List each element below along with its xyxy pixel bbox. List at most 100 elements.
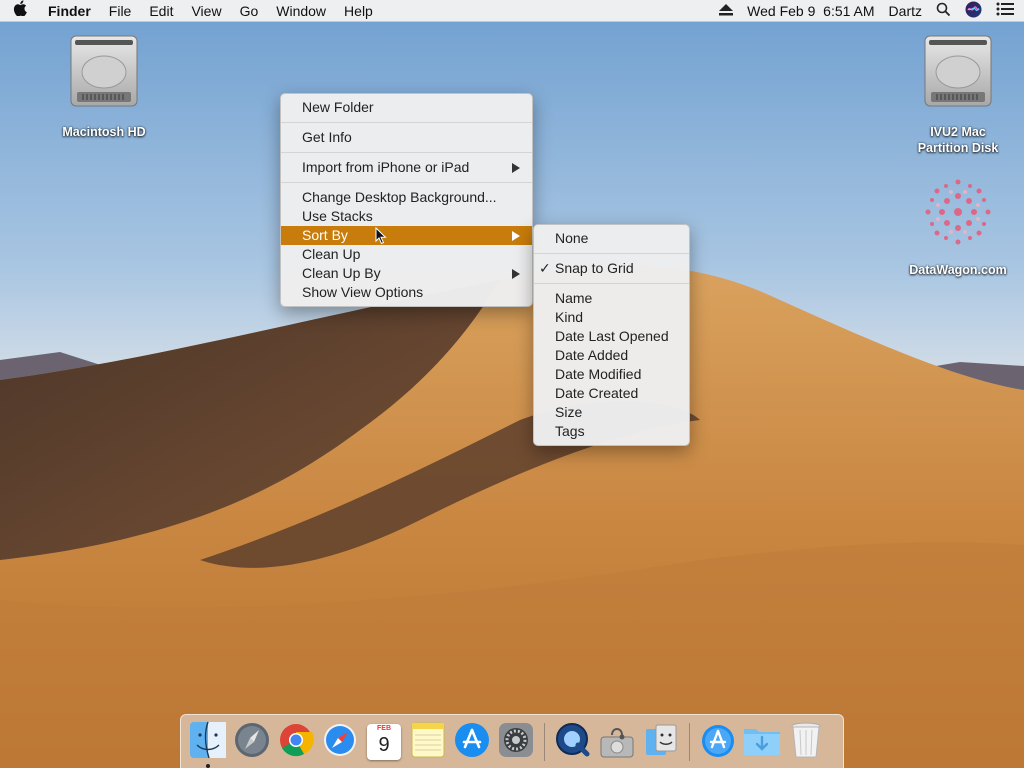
app-store-icon [454, 722, 490, 761]
menu-item-label: Date Last Opened [555, 328, 669, 344]
launchpad-icon [233, 721, 271, 762]
menu-item-clean-up[interactable]: Clean Up [281, 245, 532, 264]
dock-app-quicktime[interactable] [551, 720, 595, 764]
datawagon-logo-icon [920, 174, 996, 250]
dock-app-disk-utility[interactable] [595, 720, 639, 764]
siri-icon[interactable] [965, 1, 982, 21]
desktop-icon-label: Partition Disk [917, 141, 999, 155]
desktop-icon-ivu2-partition[interactable]: IVU2 Mac Partition Disk [903, 34, 1013, 156]
running-indicator [206, 763, 210, 768]
calendar-day: 9 [378, 733, 390, 756]
menu-separator [281, 152, 532, 153]
dock-app-migration-assistant[interactable] [639, 720, 683, 764]
menu-item-label: New Folder [302, 99, 374, 115]
menu-item-label: Date Modified [555, 366, 642, 382]
desktop-icon-label: DataWagon.com [909, 263, 1007, 277]
menu-separator [534, 253, 689, 254]
menu-separator [281, 122, 532, 123]
downloads-folder-icon [742, 723, 782, 760]
apple-menu[interactable] [0, 0, 40, 22]
menubar-user[interactable]: Dartz [889, 3, 922, 19]
hard-disk-icon [67, 34, 141, 110]
menu-edit[interactable]: Edit [140, 0, 182, 22]
dock-app-finder[interactable] [186, 720, 230, 768]
dock-app-chrome[interactable] [274, 720, 318, 764]
system-preferences-icon [498, 722, 534, 761]
desktop-context-menu: New Folder Get Info Import from iPhone o… [280, 93, 533, 307]
migration-assistant-icon [642, 721, 680, 762]
desktop-icon-macintosh-hd[interactable]: Macintosh HD [49, 34, 159, 140]
submenu-item-date-created[interactable]: Date Created [534, 384, 689, 403]
spotlight-icon[interactable] [936, 2, 951, 20]
dock-app-notes[interactable] [406, 720, 450, 764]
menu-item-label: Use Stacks [302, 208, 373, 224]
dock-separator [689, 722, 690, 761]
menu-go[interactable]: Go [231, 0, 268, 22]
menu-item-label: Date Added [555, 347, 629, 363]
menu-separator [534, 283, 689, 284]
applications-folder-icon [700, 722, 736, 761]
desktop-icon-label: Macintosh HD [62, 125, 146, 139]
calendar-month: FEB [377, 724, 391, 732]
dock-app-safari[interactable] [318, 720, 362, 764]
menu-item-label: Change Desktop Background... [302, 189, 497, 205]
menu-item-label: Get Info [302, 129, 352, 145]
menu-file[interactable]: File [100, 0, 141, 22]
menu-item-label: Clean Up [302, 246, 361, 262]
submenu-item-date-added[interactable]: Date Added [534, 346, 689, 365]
dock-app-system-preferences[interactable] [494, 720, 538, 764]
menu-item-show-view-options[interactable]: Show View Options [281, 283, 532, 302]
dock-app-calendar[interactable]: FEB 9 [362, 720, 406, 764]
mouse-pointer-icon [375, 226, 387, 248]
menu-window[interactable]: Window [267, 0, 335, 22]
menu-bar: Finder File Edit View Go Window Help Wed… [0, 0, 1024, 22]
disk-utility-icon [598, 721, 636, 762]
submenu-item-tags[interactable]: Tags [534, 422, 689, 441]
menu-item-sort-by[interactable]: Sort By [281, 226, 532, 245]
menu-item-label: Sort By [302, 227, 348, 243]
menu-item-use-stacks[interactable]: Use Stacks [281, 207, 532, 226]
eject-icon[interactable] [719, 3, 734, 19]
menubar-clock[interactable]: Wed Feb 9 6:51 AM [747, 3, 874, 19]
submenu-item-kind[interactable]: Kind [534, 308, 689, 327]
desktop-icon-datawagon[interactable]: DataWagon.com [903, 174, 1013, 278]
dock-app-trash[interactable] [784, 720, 828, 764]
submenu-item-date-last-opened[interactable]: Date Last Opened [534, 327, 689, 346]
menu-item-get-info[interactable]: Get Info [281, 128, 532, 147]
submenu-item-size[interactable]: Size [534, 403, 689, 422]
menu-help[interactable]: Help [335, 0, 382, 22]
submenu-item-none[interactable]: None [534, 229, 689, 248]
dock-app-applications-folder[interactable] [696, 720, 740, 764]
menu-item-new-folder[interactable]: New Folder [281, 98, 532, 117]
submenu-item-date-modified[interactable]: Date Modified [534, 365, 689, 384]
menu-item-label: None [555, 230, 589, 246]
menu-view[interactable]: View [182, 0, 230, 22]
menu-item-label: Import from iPhone or iPad [302, 159, 470, 175]
menu-item-import-from-iphone[interactable]: Import from iPhone or iPad [281, 158, 532, 177]
apple-icon [13, 0, 27, 22]
submenu-arrow-icon [512, 231, 520, 241]
dock-app-app-store[interactable] [450, 720, 494, 764]
safari-icon [322, 722, 358, 761]
menu-item-label: Show View Options [302, 284, 424, 300]
submenu-arrow-icon [512, 163, 520, 173]
desktop-icon-label: IVU2 Mac [930, 125, 986, 139]
menu-app-finder[interactable]: Finder [40, 0, 100, 22]
calendar-icon: FEB 9 [367, 723, 401, 760]
quicktime-icon [554, 721, 592, 762]
trash-icon [790, 721, 822, 762]
dock-app-downloads-folder[interactable] [740, 720, 784, 764]
menu-item-label: Name [555, 290, 593, 306]
submenu-item-snap-to-grid[interactable]: ✓ Snap to Grid [534, 259, 689, 278]
menu-item-clean-up-by[interactable]: Clean Up By [281, 264, 532, 283]
hard-disk-icon [921, 34, 995, 110]
menu-item-label: Size [555, 404, 583, 420]
dock-app-launchpad[interactable] [230, 720, 274, 764]
menu-item-label: Snap to Grid [555, 260, 634, 276]
menu-item-change-desktop-background[interactable]: Change Desktop Background... [281, 188, 532, 207]
submenu-item-name[interactable]: Name [534, 289, 689, 308]
notes-icon [411, 722, 445, 761]
notification-center-icon[interactable] [996, 2, 1014, 19]
dock: FEB 9 [180, 714, 844, 768]
menu-separator [281, 182, 532, 183]
